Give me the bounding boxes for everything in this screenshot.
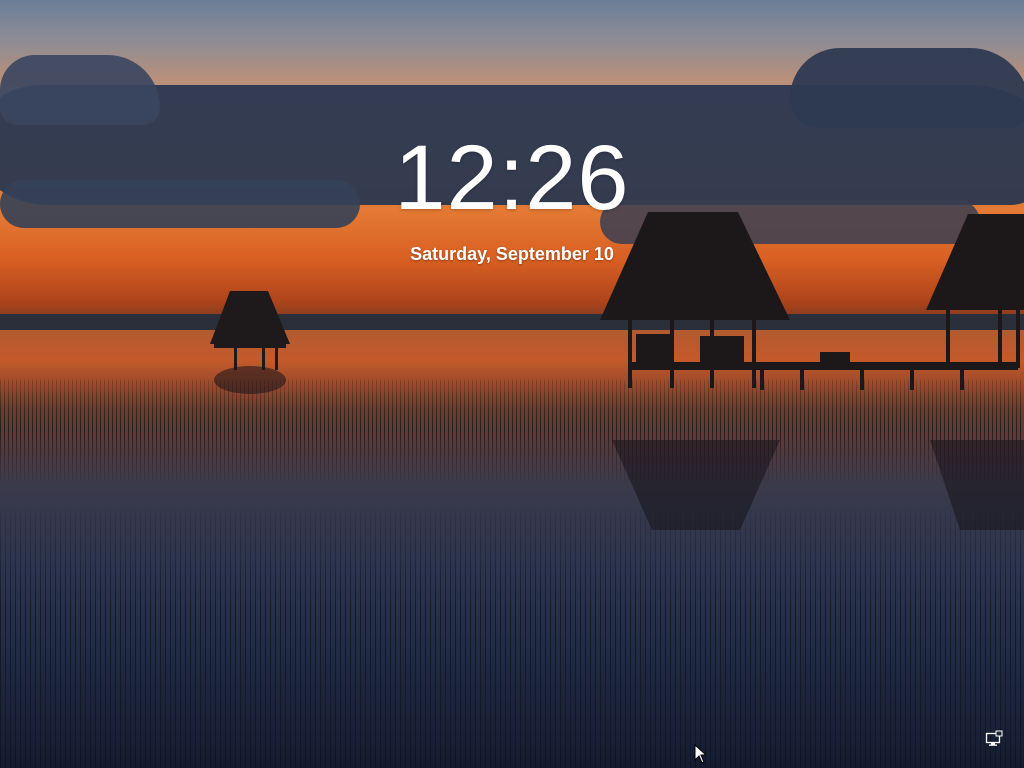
right-hut [926,214,1024,368]
lock-screen-clock: 12:26 [394,127,630,229]
hut-reflections [214,366,1024,530]
lock-screen[interactable]: 12:26 Saturday, September 10 [0,0,1024,768]
hut-silhouettes [210,212,1024,530]
small-hut [210,291,290,370]
lock-screen-date: Saturday, September 10 [410,244,614,264]
network-monitor-icon[interactable] [985,730,1003,748]
mouse-cursor-icon [694,744,706,764]
